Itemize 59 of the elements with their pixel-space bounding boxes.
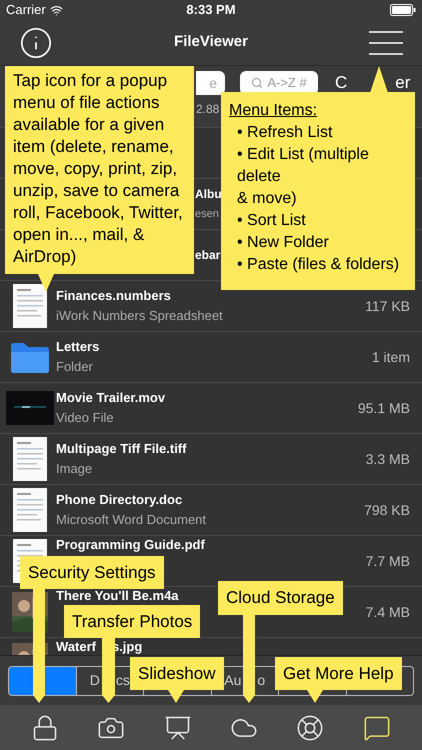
info-icon: [19, 26, 53, 60]
callout-tooltip: Cloud Storage: [218, 581, 343, 615]
lock-icon: [31, 714, 60, 742]
callout-title: Menu Items:: [229, 101, 318, 121]
file-size: 7.4 MB: [366, 602, 411, 622]
wifi-icon: [50, 4, 63, 16]
file-type: esen: [195, 207, 219, 222]
clear-label: C: [335, 72, 348, 94]
file-name: ebar: [195, 247, 220, 264]
lifebuoy-icon: [296, 714, 324, 742]
callout-list-item: • Edit List (multiple delete & move): [236, 145, 369, 209]
folder-icon: [9, 340, 51, 374]
callout-tooltip: Get More Help: [275, 657, 402, 690]
file-type: Video File: [56, 409, 114, 427]
file-name: Programming Guide.pdf: [56, 537, 205, 553]
callout-list-item: • Sort List: [236, 211, 306, 231]
file-size: 798 KB: [364, 500, 411, 520]
carrier-label: Carrier: [6, 1, 46, 20]
search-icon: [251, 77, 264, 89]
callout-pointer: [102, 638, 115, 703]
file-size: 3.3 MB: [366, 450, 411, 468]
easel-icon: [164, 714, 192, 742]
callout-pointer: [307, 690, 323, 703]
file-row[interactable]: Movie Trailer.mov Video File 95.1 MB: [0, 383, 422, 434]
file-type: Folder: [56, 358, 93, 376]
file-row[interactable]: Letters Folder 1 item: [0, 332, 422, 383]
file-size: 95.1 MB: [358, 398, 411, 418]
file-name: Letters: [56, 338, 100, 356]
callout-list-item: • Paste (files & folders): [236, 255, 400, 275]
file-name: Albu: [195, 186, 222, 203]
file-row[interactable]: Phone Directory.doc Microsoft Word Document 798 KB: [0, 485, 422, 536]
callout-tooltip: Transfer Photos: [64, 605, 200, 638]
file-name: Waterf: [56, 639, 96, 655]
callout-pointer: [38, 274, 54, 292]
speech-bubble-icon: [362, 714, 391, 742]
file-name: Finances.numbers: [56, 287, 171, 305]
file-name: Movie Trailer.mov: [56, 389, 166, 407]
callout-tooltip: Slideshow: [130, 657, 224, 690]
battery-icon: [390, 4, 416, 16]
file-size: 7.7 MB: [366, 552, 411, 570]
callout-tooltip: Security Settings: [20, 556, 164, 589]
file-name: Phone Directory.doc: [56, 491, 182, 509]
file-row[interactable]: Multipage Tiff File.tiff Image 3.3 MB: [0, 434, 422, 485]
window-title: FileViewer: [174, 32, 248, 52]
clear-label: er: [395, 72, 410, 94]
file-name: There You'll Be.m4a: [56, 588, 179, 604]
free-space-label: 2.88: [196, 102, 220, 116]
file-type: Image: [56, 460, 92, 478]
callout-list-item: • New Folder: [236, 233, 329, 253]
status-time: 8:33 PM: [186, 1, 236, 20]
file-size: 117 KB: [365, 296, 411, 316]
file-type: Microsoft Word Document: [56, 511, 206, 529]
file-size: 1 item: [372, 348, 411, 366]
file-type: iWork Numbers Spreadsheet: [56, 307, 223, 325]
file-name: Multipage Tiff File.tiff: [56, 440, 186, 458]
callout-pointer: [168, 690, 184, 703]
menu-icon: [369, 30, 403, 54]
callout-list-item: • Refresh List: [236, 123, 332, 143]
callout-tooltip: Tap icon for a popup menu of file actions available for a given item (delete, rename, move, copy, print, zip, unzip, save to camera roll, Facebook, Twitter, open in..., mail, & AirDrop): [5, 66, 194, 274]
